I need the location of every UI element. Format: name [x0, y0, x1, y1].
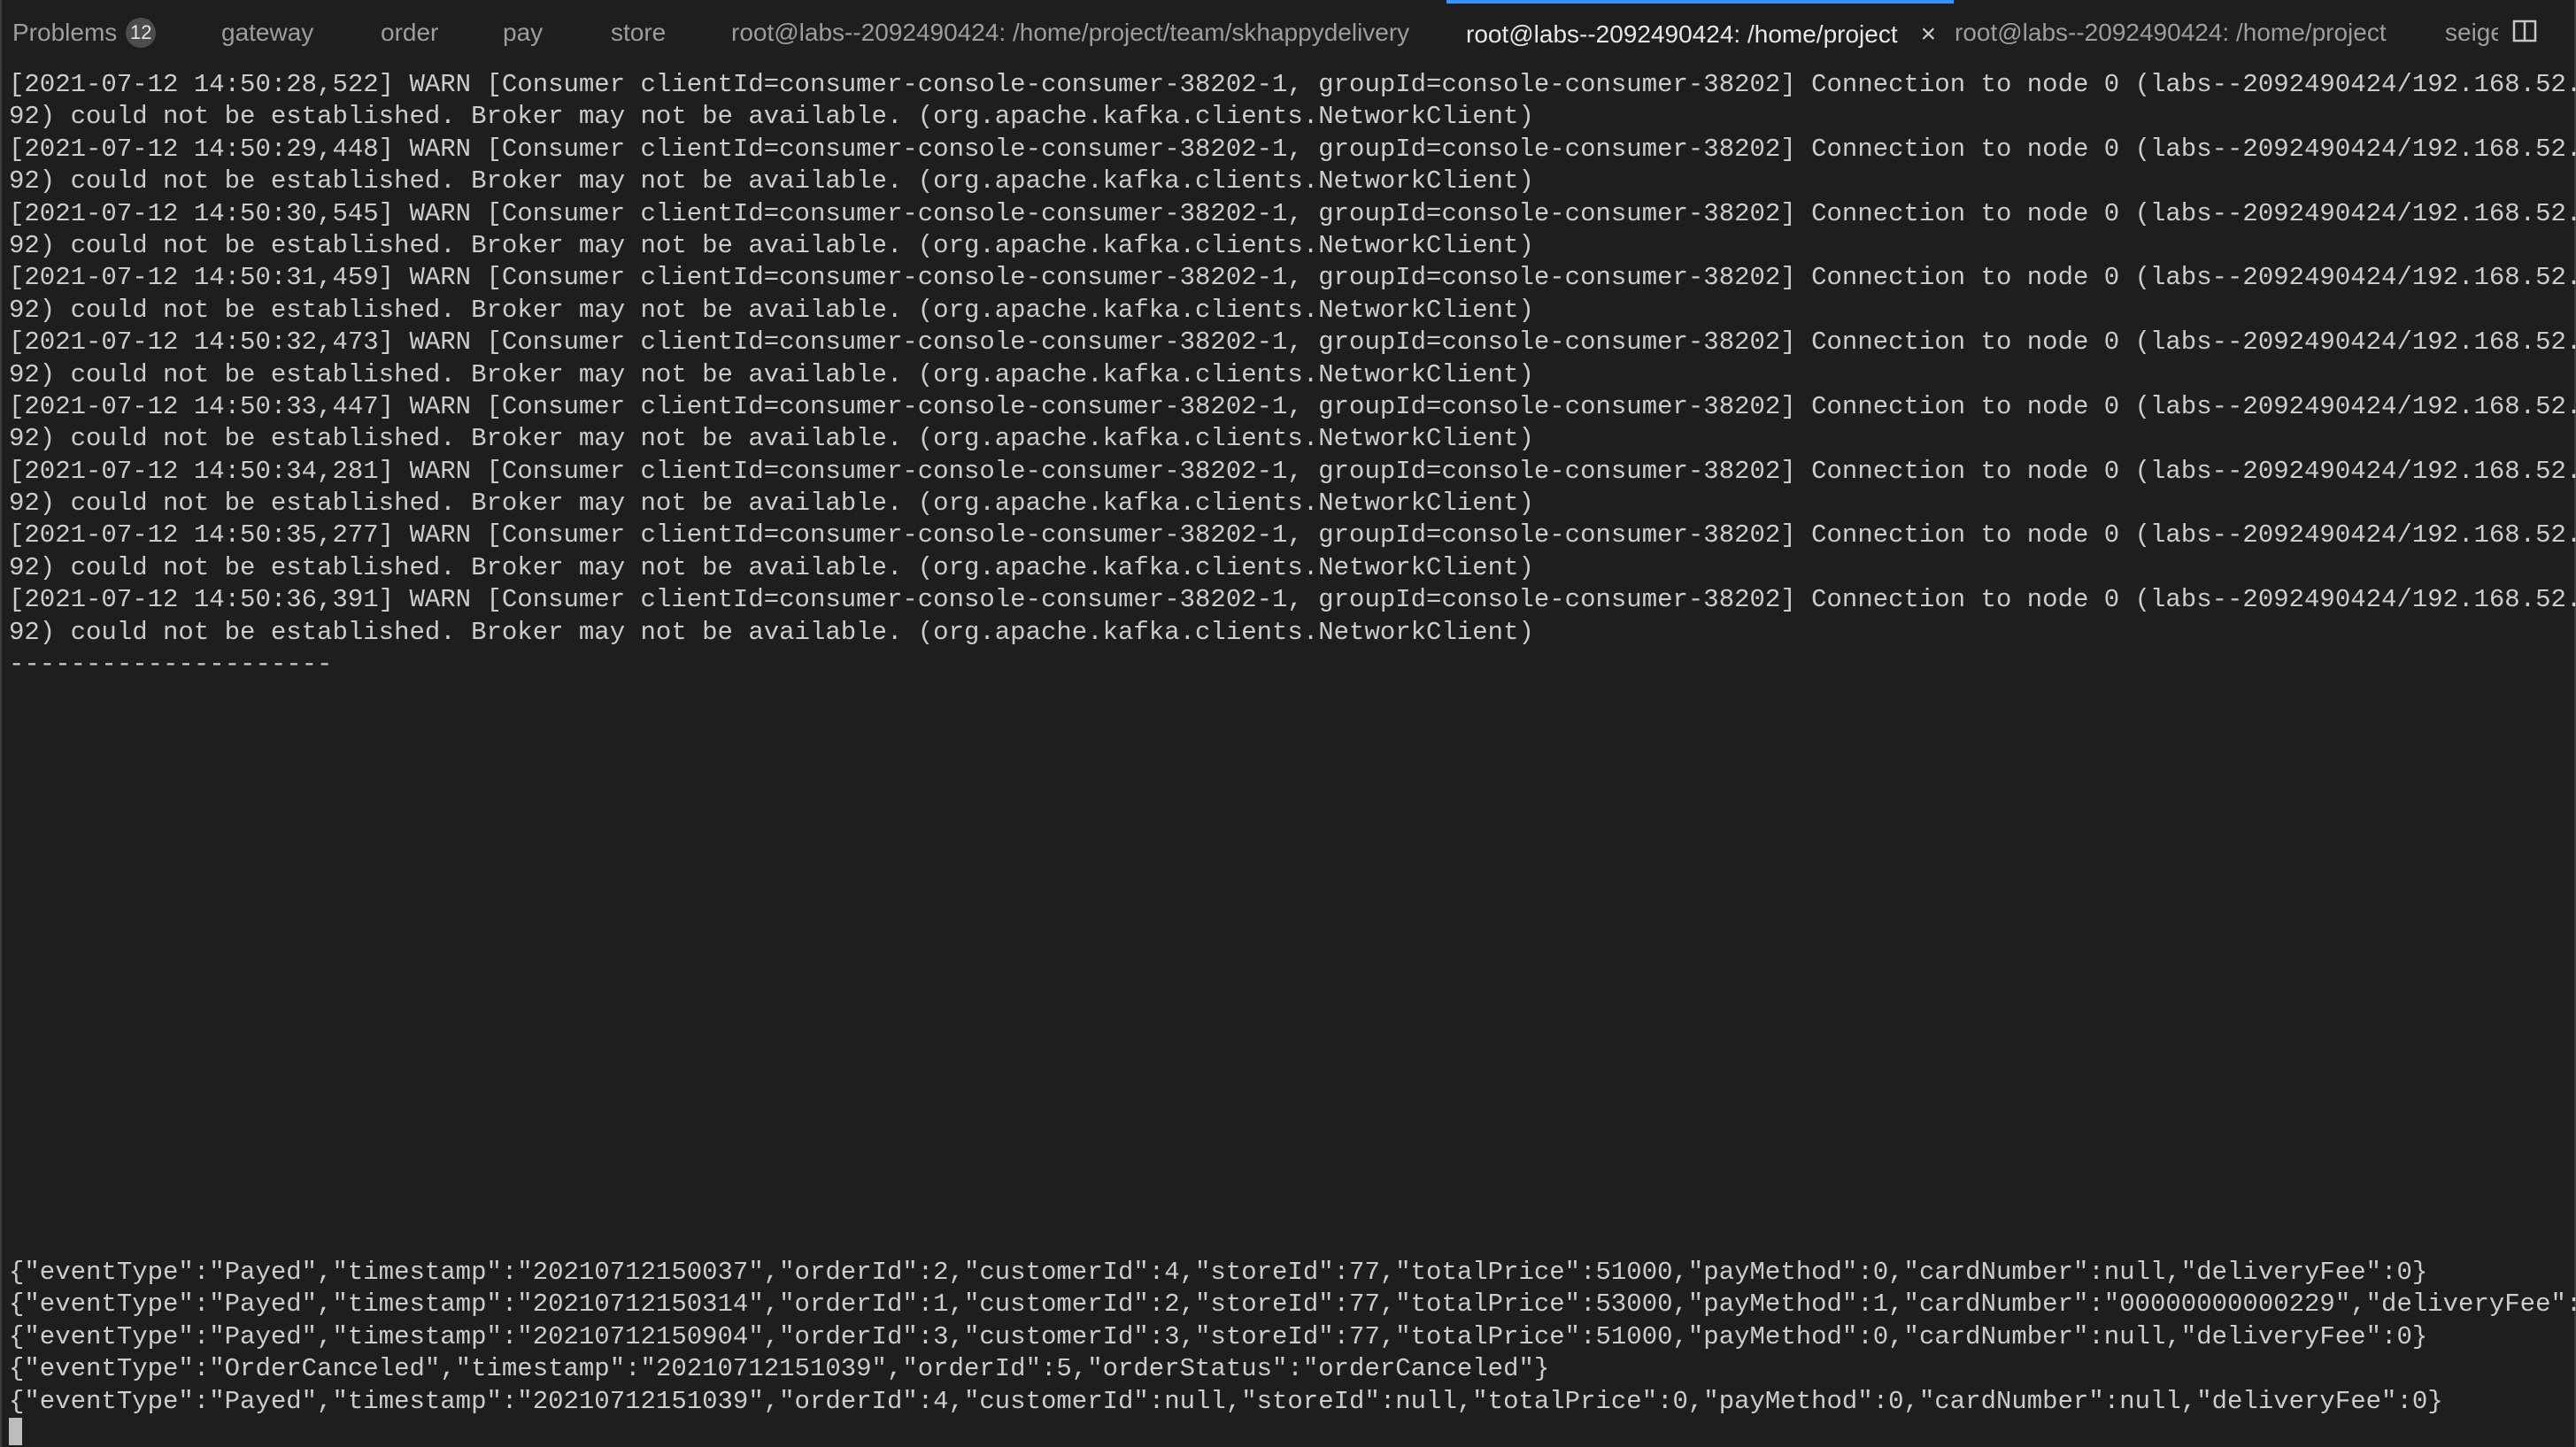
log-line: 92) could not be established. Broker may… [9, 230, 1534, 260]
tab-gateway-label: gateway [221, 19, 314, 46]
log-line: [2021-07-12 14:50:28,522] WARN [Consumer… [9, 70, 2576, 99]
tab-order-label: order [381, 19, 439, 46]
log-line: 92) could not be established. Broker may… [9, 424, 1534, 454]
terminal-panel: Problems 12 gateway order pay store root… [0, 0, 2576, 1447]
tab-problems-label: Problems [12, 19, 118, 46]
problems-count-badge: 12 [126, 18, 157, 48]
log-line: 92) could not be established. Broker may… [9, 359, 1534, 389]
tab-terminal-skhappydelivery[interactable]: root@labs--2092490424: /home/project/tea… [731, 0, 1409, 65]
log-line: [2021-07-12 14:50:29,448] WARN [Consumer… [9, 134, 2576, 164]
event-line: {"eventType":"OrderCanceled","timestamp"… [9, 1354, 1550, 1384]
event-line: {"eventType":"Payed","timestamp":"202107… [9, 1321, 2428, 1351]
log-line: [2021-07-12 14:50:33,447] WARN [Consumer… [9, 391, 2576, 421]
tab-gateway[interactable]: gateway [221, 0, 313, 65]
tab-pay[interactable]: pay [503, 0, 543, 65]
tab-store-label: store [611, 19, 667, 46]
terminal-log-output: [2021-07-12 14:50:28,522] WARN [Consumer… [9, 69, 2576, 681]
terminal-cursor [9, 1418, 22, 1445]
tab-terminal-project-label: root@labs--2092490424: /home/project [1466, 20, 1898, 48]
event-line: {"eventType":"Payed","timestamp":"202107… [9, 1289, 2576, 1320]
log-line: [2021-07-12 14:50:36,391] WARN [Consumer… [9, 585, 2576, 615]
log-line: --------------------- [9, 650, 333, 680]
log-line: 92) could not be established. Broker may… [9, 102, 1534, 132]
event-line: {"eventType":"Payed","timestamp":"202107… [9, 1258, 2428, 1287]
tab-seige[interactable]: seige [2445, 0, 2498, 65]
split-editor-icon[interactable] [2512, 19, 2537, 42]
log-line: [2021-07-12 14:50:34,281] WARN [Consumer… [9, 456, 2576, 486]
panel-tab-bar: Problems 12 gateway order pay store root… [2, 0, 2574, 65]
log-line: [2021-07-12 14:50:31,459] WARN [Consumer… [9, 263, 2576, 293]
event-line: {"eventType":"Payed","timestamp":"202107… [9, 1386, 2443, 1416]
tab-terminal-project-2-label: root@labs--2092490424: /home/project [1955, 19, 2387, 46]
tab-terminal-skhappydelivery-label: root@labs--2092490424: /home/project/tea… [731, 19, 1410, 46]
tab-problems[interactable]: Problems 12 [12, 0, 157, 65]
log-line: [2021-07-12 14:50:32,473] WARN [Consumer… [9, 327, 2576, 358]
close-icon[interactable]: × [1921, 19, 1937, 50]
tab-terminal-project-2[interactable]: root@labs--2092490424: /home/project [1955, 0, 2387, 65]
tab-pay-label: pay [503, 19, 544, 46]
tab-store[interactable]: store [611, 0, 666, 65]
log-line: 92) could not be established. Broker may… [9, 552, 1534, 582]
tab-order[interactable]: order [381, 0, 438, 65]
log-line: 92) could not be established. Broker may… [9, 295, 1534, 325]
log-line: 92) could not be established. Broker may… [9, 166, 1534, 196]
log-line: [2021-07-12 14:50:30,545] WARN [Consumer… [9, 198, 2576, 228]
terminal-event-output: {"eventType":"Payed","timestamp":"202107… [9, 1257, 2576, 1418]
tab-terminal-project-active[interactable]: root@labs--2092490424: /home/project × [1446, 0, 1955, 65]
log-line: 92) could not be established. Broker may… [9, 489, 1534, 519]
tab-seige-label: seige [2445, 19, 2498, 46]
log-line: 92) could not be established. Broker may… [9, 617, 1534, 647]
log-line: [2021-07-12 14:50:35,277] WARN [Consumer… [9, 520, 2576, 550]
